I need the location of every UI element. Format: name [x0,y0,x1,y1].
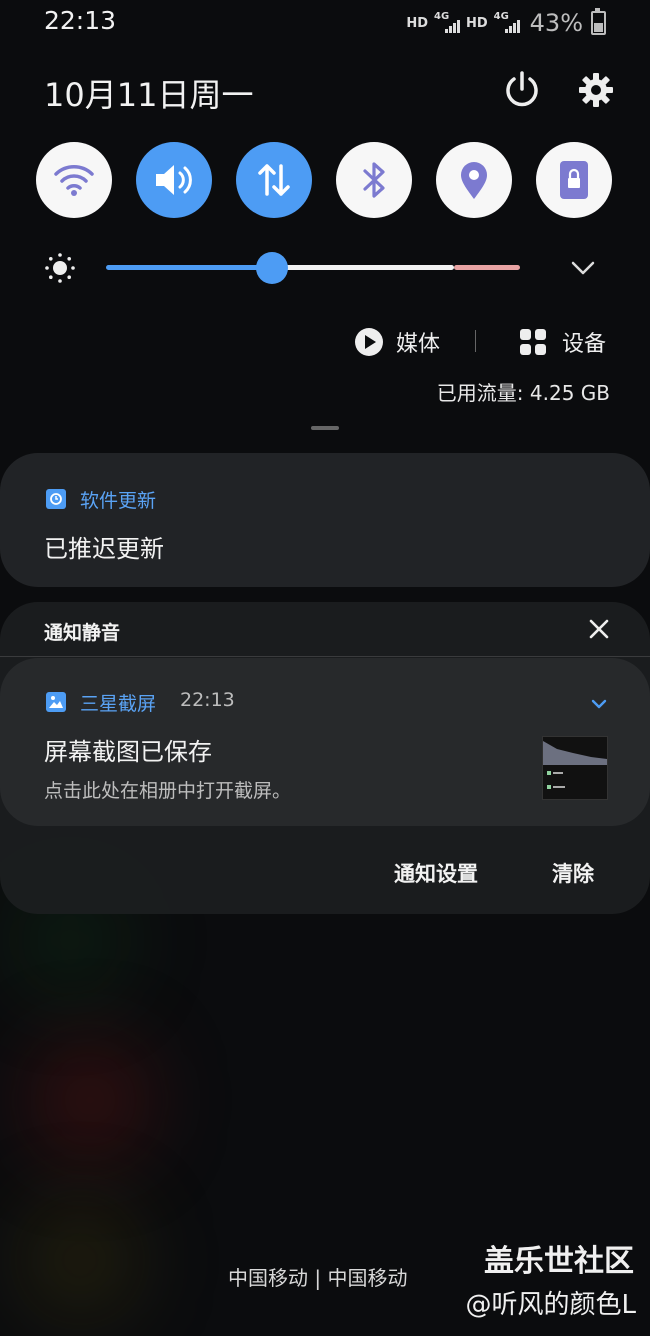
battery-percent: 43% [529,9,583,37]
close-icon[interactable] [586,616,612,642]
play-icon [355,328,383,356]
watermark-author: @听风的颜色L [465,1290,637,1320]
app-name-screenshot: 三星截屏 [80,693,157,715]
devices-label: 设备 [562,332,607,357]
clock-icon [46,489,66,509]
screenshot-title: 屏幕截图已保存 [44,738,212,766]
signal-icon: 4G [434,11,460,35]
bluetooth-icon [363,162,385,198]
power-icon[interactable] [500,68,544,112]
brightness-slider[interactable] [106,252,520,284]
watermark-title: 盖乐世社区 [484,1244,634,1279]
screenshot-thumbnail[interactable] [542,736,608,800]
status-bar: 22:13 HD 4G HD 4G 43% [0,0,650,46]
brightness-knob[interactable] [256,252,288,284]
screenshot-text: 点击此处在相册中打开截屏。 [44,780,292,802]
devices-button[interactable]: 设备 [518,326,606,358]
signal-icon-2: 4G [494,11,520,35]
screen-lock-icon [560,161,588,199]
image-icon [46,692,66,712]
gear-icon[interactable] [576,68,616,112]
notification-time: 22:13 [180,689,235,711]
mobile-data-icon [258,164,290,196]
quick-toggles [36,142,616,218]
wifi-icon [54,165,94,196]
software-update-notification[interactable]: 软件更新 已推迟更新 [0,453,650,587]
app-name: 软件更新 [80,490,157,512]
media-label: 媒体 [396,332,441,357]
hd-indicator-2: HD [465,15,488,31]
toggle-location[interactable] [436,142,512,218]
date-label: 10月11日周一 [44,76,254,114]
toggle-wifi[interactable] [36,142,112,218]
toggle-screen-lock[interactable] [536,142,612,218]
drag-handle[interactable] [311,426,339,430]
expand-icon[interactable] [590,696,608,710]
group-header: 通知静音 [0,602,650,657]
clear-button[interactable]: 清除 [552,858,594,888]
carrier-label: 中国移动 | 中国移动 [228,1266,408,1290]
sound-icon [156,165,192,195]
hd-indicator: HD [406,15,428,31]
battery-icon [591,8,606,35]
data-usage: 已用流量: 4.25 GB [436,381,610,405]
toggle-bluetooth[interactable] [336,142,412,218]
location-icon [461,162,487,199]
notification-settings-button[interactable]: 通知设置 [394,858,478,888]
divider [475,330,476,352]
notification-title: 已推迟更新 [44,535,164,563]
toggle-mobile-data[interactable] [236,142,312,218]
status-time: 22:13 [44,6,117,35]
devices-icon [520,329,546,355]
toggle-sound[interactable] [136,142,212,218]
brightness-icon [44,252,76,284]
chevron-down-icon[interactable] [570,254,596,280]
group-title: 通知静音 [44,622,121,644]
media-button[interactable]: 媒体 [354,326,440,358]
status-icons: HD 4G HD 4G 43% [406,8,606,37]
